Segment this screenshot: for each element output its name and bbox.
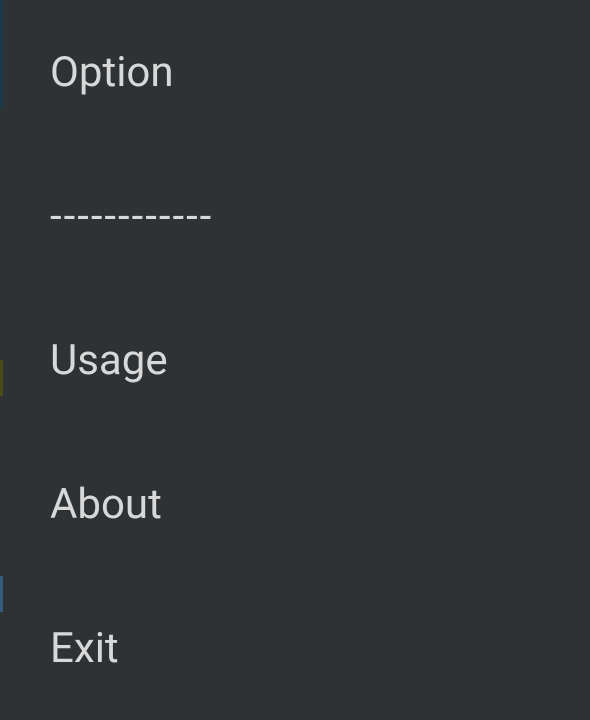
menu-item-usage[interactable]: Usage bbox=[50, 288, 540, 432]
menu-item-exit[interactable]: Exit bbox=[50, 576, 540, 720]
menu-item-label: About bbox=[50, 480, 162, 529]
menu-divider: ------------ bbox=[50, 144, 540, 288]
menu-item-option[interactable]: Option bbox=[50, 0, 540, 144]
divider-text: ------------ bbox=[50, 192, 213, 241]
menu-item-label: Exit bbox=[50, 624, 119, 673]
menu-item-about[interactable]: About bbox=[50, 432, 540, 576]
left-edge-decoration bbox=[0, 0, 3, 720]
menu-item-label: Option bbox=[50, 48, 174, 97]
menu-container: Option ------------ Usage About Exit bbox=[0, 0, 590, 720]
menu-item-label: Usage bbox=[50, 336, 168, 385]
